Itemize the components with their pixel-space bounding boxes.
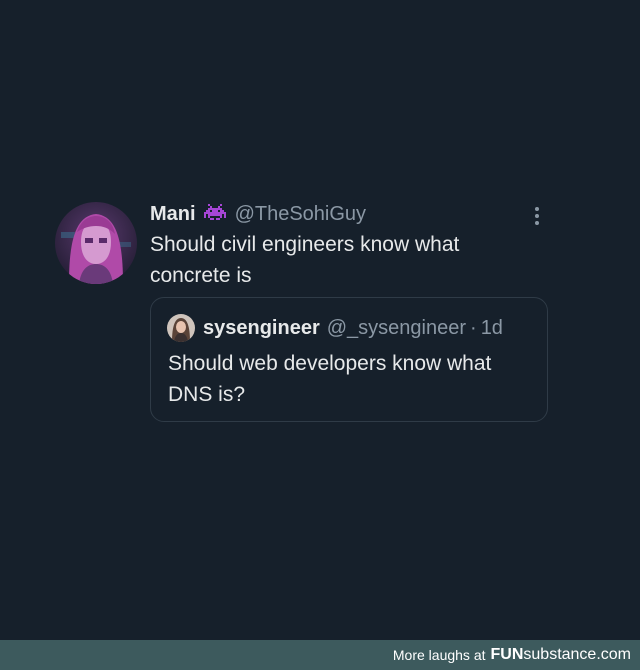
more-dot xyxy=(535,214,539,218)
quoted-author-avatar[interactable] xyxy=(167,314,195,342)
quoted-tweet-header: sysengineer @_sysengineer · 1d xyxy=(167,313,503,343)
author-handle[interactable]: @TheSohiGuy xyxy=(235,203,366,226)
quoted-separator: · xyxy=(470,316,477,339)
quoted-author-avatar-image xyxy=(167,314,195,342)
quoted-timestamp[interactable]: 1d xyxy=(481,317,503,340)
author-name[interactable]: Mani xyxy=(150,203,196,226)
author-avatar[interactable] xyxy=(55,202,137,284)
quoted-tweet-text: Should web developers know what DNS is? xyxy=(168,352,492,406)
quoted-author-name[interactable]: sysengineer xyxy=(203,317,320,340)
alien-monster-icon xyxy=(202,204,228,224)
quoted-tweet[interactable]: sysengineer @_sysengineer · 1d Should we… xyxy=(150,297,548,422)
more-vertical-icon[interactable] xyxy=(525,203,549,229)
more-dot xyxy=(535,221,539,225)
tweet-text: Should civil engineers know what concret… xyxy=(150,233,460,287)
tweet-header: Mani @TheSohiGuy xyxy=(150,199,366,229)
footer-text: More laughs at xyxy=(392,647,486,663)
watermark-footer: More laughs at FUN substance.com xyxy=(0,640,640,670)
author-avatar-image xyxy=(55,202,137,284)
footer-brand-bold[interactable]: FUN xyxy=(491,646,524,664)
quoted-author-handle[interactable]: @_sysengineer xyxy=(327,317,466,340)
footer-brand-rest[interactable]: substance.com xyxy=(523,646,631,664)
more-dot xyxy=(535,207,539,211)
